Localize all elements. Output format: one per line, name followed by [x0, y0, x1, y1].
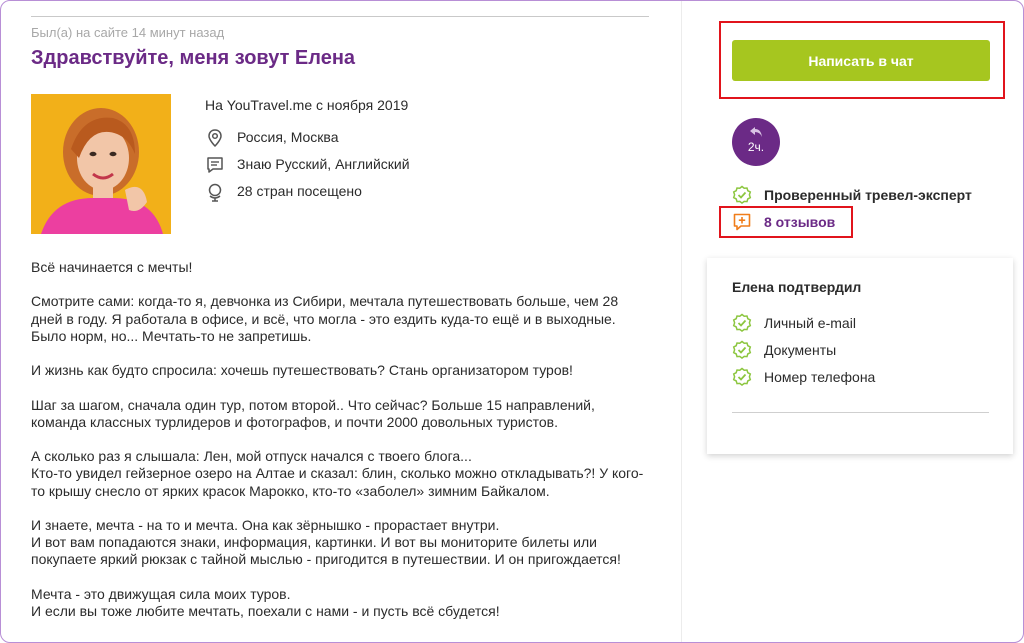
page-title: Здравствуйте, меня зовут Елена: [31, 47, 356, 69]
check-badge-icon: [732, 185, 752, 205]
verified-item-text: Документы: [764, 342, 837, 358]
card-divider: [732, 412, 989, 413]
languages-text: Знаю Русский, Английский: [237, 156, 410, 172]
check-badge-icon: [732, 313, 752, 333]
speech-bubble-icon: [205, 155, 225, 175]
bio-paragraph: Шаг за шагом, сначала один тур, потом вт…: [31, 396, 595, 430]
bio-paragraph: А сколько раз я слышала: Лен, мой отпуск…: [31, 448, 644, 499]
reply-time-badge: 2ч.: [732, 118, 780, 166]
countries-text: 28 стран посещено: [237, 183, 362, 199]
verification-title: Елена подтвердил: [732, 279, 862, 295]
profile-column: Был(а) на сайте 14 минут назад Здравству…: [31, 1, 651, 642]
verified-expert-text: Проверенный тревел-эксперт: [764, 187, 972, 203]
check-badge-icon: [732, 367, 752, 387]
last-seen-status: Был(а) на сайте 14 минут назад: [31, 25, 225, 40]
verification-card: Елена подтвердил Личный e-mail Документы…: [707, 258, 1013, 454]
bio-paragraph: И жизнь как будто спросила: хочешь путеш…: [31, 362, 573, 379]
member-since-text: На YouTravel.me с ноября 2019: [205, 97, 409, 113]
reply-arrow-icon: [749, 126, 763, 138]
bio-text: Всё начинается с мечты! Смотрите сами: к…: [31, 259, 647, 637]
location-text: Россия, Москва: [237, 129, 339, 145]
reviews-count-text[interactable]: 8 отзывов: [764, 214, 835, 230]
write-to-chat-button[interactable]: Написать в чат: [732, 40, 990, 81]
bio-paragraph: Всё начинается с мечты!: [31, 259, 193, 275]
verified-item-text: Личный e-mail: [764, 315, 856, 331]
page-frame: Был(а) на сайте 14 минут назад Здравству…: [0, 0, 1024, 643]
avatar: [31, 94, 171, 234]
globe-icon: [205, 182, 225, 202]
column-divider: [681, 1, 682, 642]
location-pin-icon: [205, 128, 225, 148]
verified-item-text: Номер телефона: [764, 369, 876, 385]
reply-time-value: 2ч.: [747, 140, 765, 154]
bio-paragraph: И знаете, мечта - на то и мечта. Она как…: [31, 516, 621, 568]
sidebar: Написать в чат 2ч. Проверенный тревел-эк…: [707, 1, 1017, 642]
check-badge-icon: [732, 340, 752, 360]
bio-paragraph: Смотрите сами: когда-то я, девчонка из С…: [31, 293, 619, 344]
bio-paragraph: Мечта - это движущая сила моих туров. И …: [31, 585, 500, 619]
top-divider: [31, 16, 649, 17]
add-review-icon: [732, 212, 752, 232]
avatar-photo: [31, 94, 171, 234]
